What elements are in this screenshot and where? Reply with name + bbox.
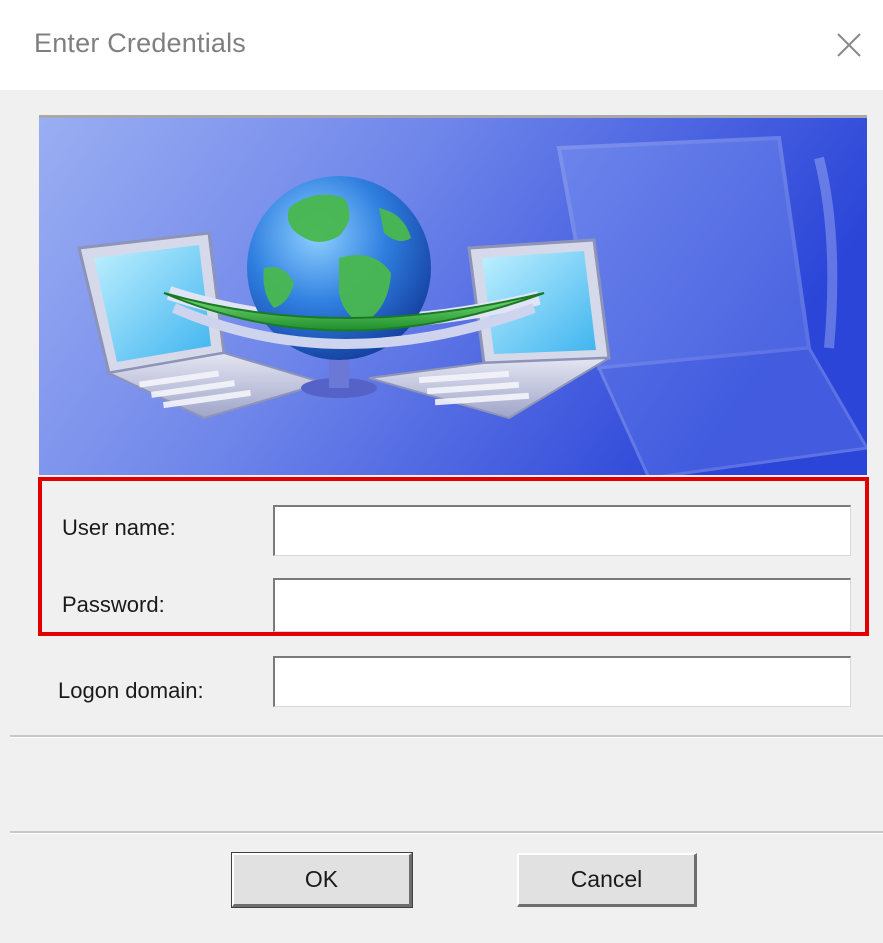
logon-domain-field[interactable] xyxy=(273,656,851,707)
logon-domain-label: Logon domain: xyxy=(58,678,204,703)
credentials-dialog: Enter Credentials User name: Password: L… xyxy=(0,0,883,943)
password-field[interactable] xyxy=(273,578,851,632)
divider-top xyxy=(10,735,883,738)
password-label: Password: xyxy=(62,592,165,617)
divider-bottom xyxy=(10,831,883,834)
username-field[interactable] xyxy=(273,505,851,556)
username-label: User name: xyxy=(62,515,176,540)
title-bar: Enter Credentials xyxy=(0,0,883,90)
network-banner-image xyxy=(39,115,867,475)
close-icon xyxy=(837,33,861,57)
ok-button[interactable]: OK xyxy=(231,852,413,908)
dialog-title: Enter Credentials xyxy=(34,28,247,58)
cancel-button[interactable]: Cancel xyxy=(517,853,697,907)
close-button[interactable] xyxy=(832,28,866,62)
